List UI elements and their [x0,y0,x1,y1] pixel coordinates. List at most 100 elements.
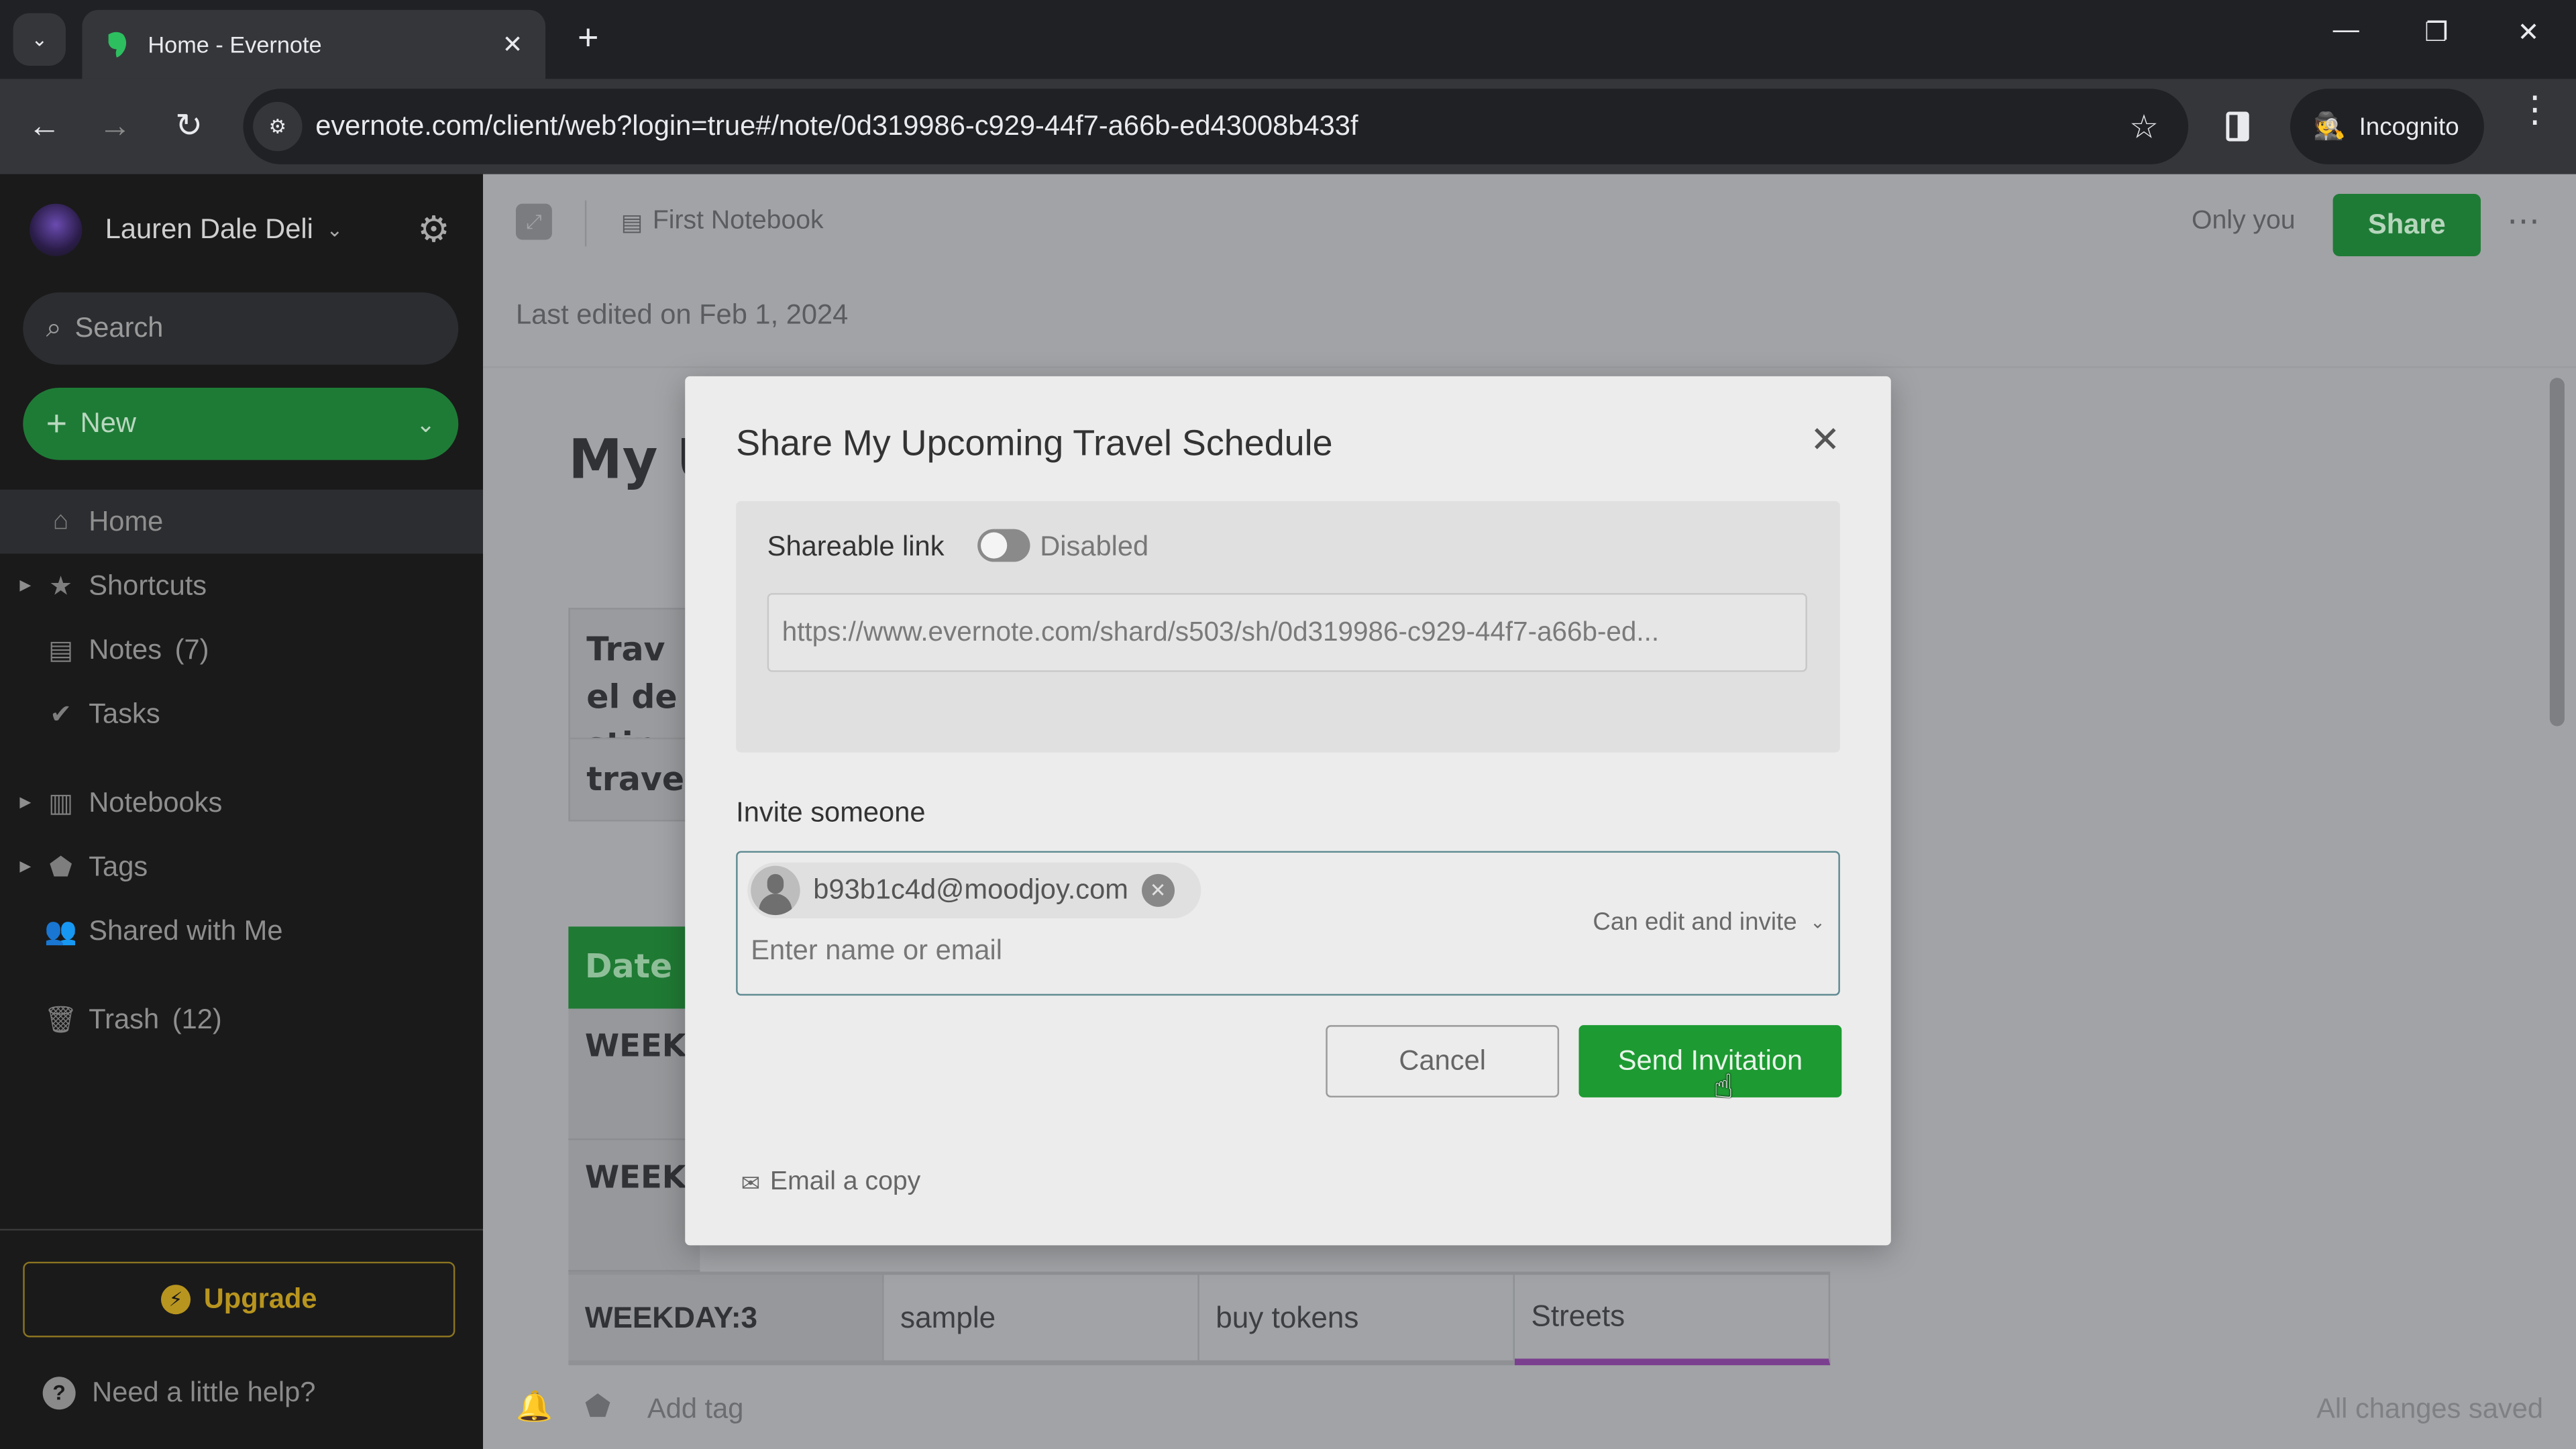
shareable-url-field[interactable]: https://www.evernote.com/shard/s503/sh/0… [767,593,1807,672]
visibility-label[interactable]: Only you [2192,207,2296,237]
notebook-icon: ▥ [48,789,74,818]
table-cell[interactable]: WEEKDAY:2 [568,1140,700,1272]
table-cell[interactable]: Streets [1514,1275,1831,1366]
sidebar-item-label: Notebooks [89,786,223,818]
notes-icon: ▤ [48,636,74,665]
sidebar-item-label: Shortcuts [89,569,207,601]
close-window-icon[interactable]: ✕ [2504,16,2553,62]
expand-icon[interactable]: ⤢ [515,203,552,240]
cancel-button[interactable]: Cancel [1326,1025,1560,1097]
expand-caret-icon[interactable]: ▶ [19,577,31,595]
minimize-icon[interactable]: — [2321,16,2370,62]
new-tab-button[interactable]: + [568,19,608,59]
more-options-icon[interactable]: ⋯ [2507,201,2540,241]
notebook-icon: ▤ [621,207,643,234]
sidebar-nav: ⌂ Home ▶ ★ Shortcuts ▤ Notes (7) ✔ Tasks ▶ ▥ Noteboo… [0,489,484,1052]
chevron-down-icon: ⌄ [31,28,48,51]
table-cell[interactable]: WEEKDAY:3 [568,1275,884,1360]
help-label: Need a little help? [92,1377,316,1408]
gear-icon[interactable]: ⚙ [414,209,453,250]
tag-icon[interactable]: ⬟ [585,1390,610,1424]
table-cell[interactable]: sample [884,1275,1199,1360]
incognito-label: Incognito [2359,112,2459,141]
side-panel-icon[interactable] [2226,111,2249,142]
bookmark-star-icon[interactable]: ☆ [2129,106,2159,147]
chevron-down-icon: ⌄ [326,218,343,242]
sidebar-item-shared-with-me[interactable]: 👥 Shared with Me [0,899,483,963]
site-info-icon[interactable]: ⚙ [253,101,303,152]
invite-label: Invite someone [736,796,926,828]
sidebar: Lauren Dale Deli ⌄ ⚙ ⌕ Search + New ⌄ ⌂ H… [0,174,484,1449]
back-button[interactable]: ← [23,105,66,148]
browser-tab-active[interactable]: Home - Evernote ✕ [82,9,546,79]
table-cell[interactable]: buy tokens [1199,1275,1515,1360]
star-icon: ★ [49,572,73,601]
restore-icon[interactable]: ❐ [2412,16,2461,62]
table-row: WEEKDAY:3 sample buy tokens Streets [568,1271,1831,1366]
sidebar-item-count: (7) [174,633,209,665]
add-tag-input[interactable]: Add tag [647,1393,744,1426]
schedule-table: Date WEEKDAY:1 WEEKDAY:2 [568,926,700,1272]
sidebar-item-label: Tasks [89,697,160,729]
hand-cursor-icon: ☝ [1713,1069,1734,1106]
account-switcher[interactable]: Lauren Dale Deli ⌄ [30,203,343,257]
shareable-link-state: Disabled [1040,531,1149,562]
email-copy-link[interactable]: ✉ Email a copy [741,1168,920,1197]
home-icon: ⌂ [52,506,69,535]
table-cell[interactable]: WEEKDAY:1 [568,1008,700,1140]
send-invitation-button[interactable]: Send Invitation [1578,1025,1842,1097]
upgrade-button[interactable]: ⚡ Upgrade [23,1261,455,1338]
forward-button[interactable]: → [94,105,137,148]
screen: ⌄ Home - Evernote ✕ + — ❐ ✕ ← → ↻ ⚙ ever… [0,0,2576,1449]
invite-field[interactable]: b93b1c4d@moodjoy.com ✕ Can edit and invi… [736,851,1840,996]
toggle-knob [981,532,1008,559]
bolt-icon: ⚡ [161,1285,191,1315]
scrollbar[interactable] [2549,378,2565,727]
expand-caret-icon[interactable]: ▶ [19,857,31,875]
incognito-badge[interactable]: 🕵 Incognito [2290,89,2484,164]
sidebar-item-trash[interactable]: 🗑 Trash (12) [0,987,483,1052]
divider [584,200,587,247]
table-header-date[interactable]: Date [568,926,700,1009]
search-input[interactable]: ⌕ Search [23,292,459,365]
permission-dropdown[interactable]: Can edit and invite ⌄ [1593,908,1825,936]
info-table: Travel destin travel [568,608,704,822]
sidebar-item-home[interactable]: ⌂ Home [0,489,484,554]
table-cell[interactable]: Travel destin [570,610,702,738]
new-button[interactable]: + New ⌄ [23,387,459,460]
sidebar-item-label: Tags [89,850,148,881]
sidebar-item-tags[interactable]: ▶ ⬟ Tags [0,835,483,899]
invitee-chip: b93b1c4d@moodjoy.com ✕ [747,862,1201,918]
sidebar-item-notes[interactable]: ▤ Notes (7) [0,618,483,682]
save-status: All changes saved [2316,1393,2544,1425]
expand-caret-icon[interactable]: ▶ [19,794,31,812]
sidebar-item-tasks[interactable]: ✔ Tasks [0,682,483,746]
permission-value: Can edit and invite [1593,908,1797,936]
sidebar-item-notebooks[interactable]: ▶ ▥ Notebooks [0,771,483,835]
remove-invitee-icon[interactable]: ✕ [1141,873,1175,907]
browser-menu-icon[interactable]: ⋮ [2517,91,2553,127]
sidebar-item-shortcuts[interactable]: ▶ ★ Shortcuts [0,553,483,618]
invite-input[interactable] [751,934,1408,968]
share-button[interactable]: Share [2332,193,2481,257]
plus-icon: + [46,402,68,444]
chevron-down-icon: ⌄ [1810,913,1825,934]
close-tab-icon[interactable]: ✕ [493,30,533,60]
note-header: ⤢ ▤ First Notebook Only you Share ⋯ [483,174,2576,270]
invitee-email: b93b1c4d@moodjoy.com [813,873,1128,906]
close-icon[interactable]: ✕ [1809,419,1841,460]
help-link[interactable]: ? Need a little help? [42,1377,316,1410]
reminder-icon[interactable]: 🔔 [516,1390,553,1424]
new-label: New [80,407,136,439]
last-edited: Last edited on Feb 1, 2024 [515,299,849,331]
notebook-breadcrumb[interactable]: ▤ First Notebook [621,207,824,237]
shareable-link-toggle[interactable] [977,529,1030,562]
address-bar[interactable]: ⚙ evernote.com/client/web?login=true#/no… [243,89,2189,164]
chevron-down-icon[interactable]: ⌄ [416,410,435,438]
tab-search-button[interactable]: ⌄ [13,13,66,66]
reload-button[interactable]: ↻ [168,105,211,148]
table-cell[interactable]: travel [570,737,702,820]
url-text[interactable]: evernote.com/client/web?login=true#/note… [315,110,2129,143]
